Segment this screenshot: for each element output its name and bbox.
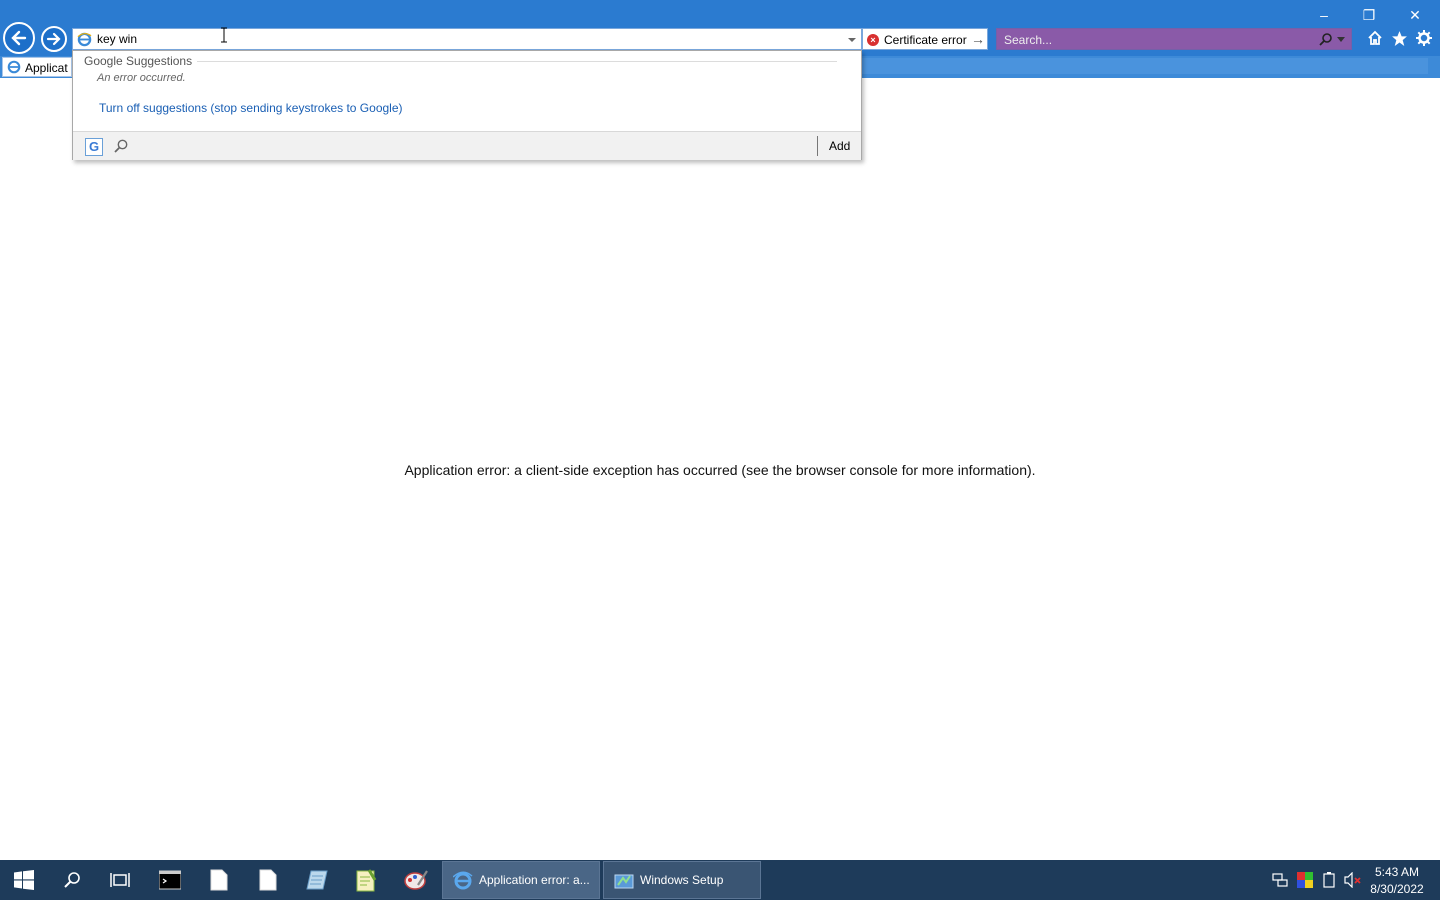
ie-page-icon (77, 32, 92, 47)
battery-icon[interactable] (1322, 872, 1336, 888)
taskbar-task-windows-setup[interactable]: Windows Setup (603, 861, 761, 899)
terminal-pinned[interactable] (146, 860, 194, 900)
suggestions-header: Google Suggestions (84, 54, 193, 68)
forward-arrow-icon (46, 32, 61, 46)
ie-icon (453, 871, 473, 890)
address-bar[interactable]: key win (72, 28, 862, 50)
chevron-down-icon[interactable] (847, 37, 857, 43)
tab-label: Applicat (25, 61, 68, 75)
task-view-button[interactable] (96, 860, 144, 900)
suggestions-dropdown: Google Suggestions An error occurred. Tu… (72, 50, 862, 160)
divider (197, 61, 837, 62)
restore-button[interactable]: ❐ (1347, 4, 1391, 26)
go-arrow-icon[interactable]: → (971, 31, 985, 47)
taskbar: Application error: a... Windows Setup 5:… (0, 860, 1440, 900)
taskbar-search-button[interactable] (48, 860, 96, 900)
ie-page-icon (7, 60, 21, 74)
back-button[interactable] (3, 22, 35, 54)
setup-icon (614, 874, 634, 889)
start-button[interactable] (0, 860, 48, 900)
gear-icon[interactable] (1416, 30, 1432, 46)
favorites-star-icon[interactable] (1391, 30, 1408, 47)
task-view-icon (110, 873, 130, 887)
chevron-down-icon[interactable] (1337, 37, 1345, 42)
start-icon (14, 870, 34, 890)
notepad-plus-icon (356, 869, 377, 892)
tab-bar-empty-area[interactable] (860, 58, 1428, 74)
network-icon[interactable] (1272, 872, 1288, 888)
google-provider-icon[interactable]: G (85, 138, 103, 156)
minimize-button[interactable]: – (1302, 4, 1346, 26)
text-cursor-icon (221, 27, 227, 43)
task-label: Application error: a... (479, 873, 590, 887)
terminal-icon (159, 870, 181, 890)
add-provider-button[interactable]: Add (829, 139, 850, 153)
clock-date: 8/30/2022 (1370, 882, 1424, 896)
clock-time: 5:43 AM (1374, 865, 1420, 879)
notepad-plus-pinned[interactable] (342, 860, 390, 900)
divider (817, 136, 818, 156)
file-pinned[interactable] (195, 860, 243, 900)
back-arrow-icon (11, 30, 27, 46)
address-input[interactable]: key win (97, 32, 137, 46)
task-label: Windows Setup (640, 873, 724, 887)
suggestions-error-text: An error occurred. (97, 72, 186, 84)
error-message: Application error: a client-side excepti… (404, 462, 1036, 478)
volume-muted-icon[interactable] (1344, 872, 1362, 888)
notepad-icon (306, 870, 328, 890)
minimize-icon: – (1320, 7, 1328, 23)
certificate-error-button[interactable]: × Certificate error → (862, 28, 988, 50)
restore-icon: ❐ (1362, 7, 1376, 23)
file-icon (259, 869, 277, 891)
file-pinned[interactable] (244, 860, 292, 900)
search-icon[interactable] (113, 138, 129, 154)
home-icon[interactable] (1367, 30, 1383, 46)
search-icon (64, 872, 80, 888)
paint-icon (404, 870, 428, 890)
paint-pinned[interactable] (391, 860, 439, 900)
taskbar-task-browser[interactable]: Application error: a... (442, 861, 600, 899)
close-icon: ✕ (1409, 7, 1421, 23)
search-icon[interactable] (1319, 32, 1333, 46)
search-providers-bar: G Add (73, 131, 861, 160)
browser-tab[interactable]: Applicat (2, 57, 72, 77)
search-input[interactable]: Search... (1004, 33, 1052, 47)
error-shield-icon: × (867, 34, 879, 46)
search-box[interactable]: Search... (996, 28, 1352, 50)
color-palette-icon[interactable] (1297, 872, 1313, 888)
clock[interactable]: 5:43 AM 8/30/2022 (1368, 864, 1426, 898)
file-icon (210, 869, 228, 891)
notepad-pinned[interactable] (293, 860, 341, 900)
forward-button[interactable] (41, 26, 67, 52)
turn-off-suggestions-link[interactable]: Turn off suggestions (stop sending keyst… (99, 101, 403, 115)
certificate-error-label: Certificate error (884, 33, 967, 47)
close-button[interactable]: ✕ (1393, 4, 1437, 26)
